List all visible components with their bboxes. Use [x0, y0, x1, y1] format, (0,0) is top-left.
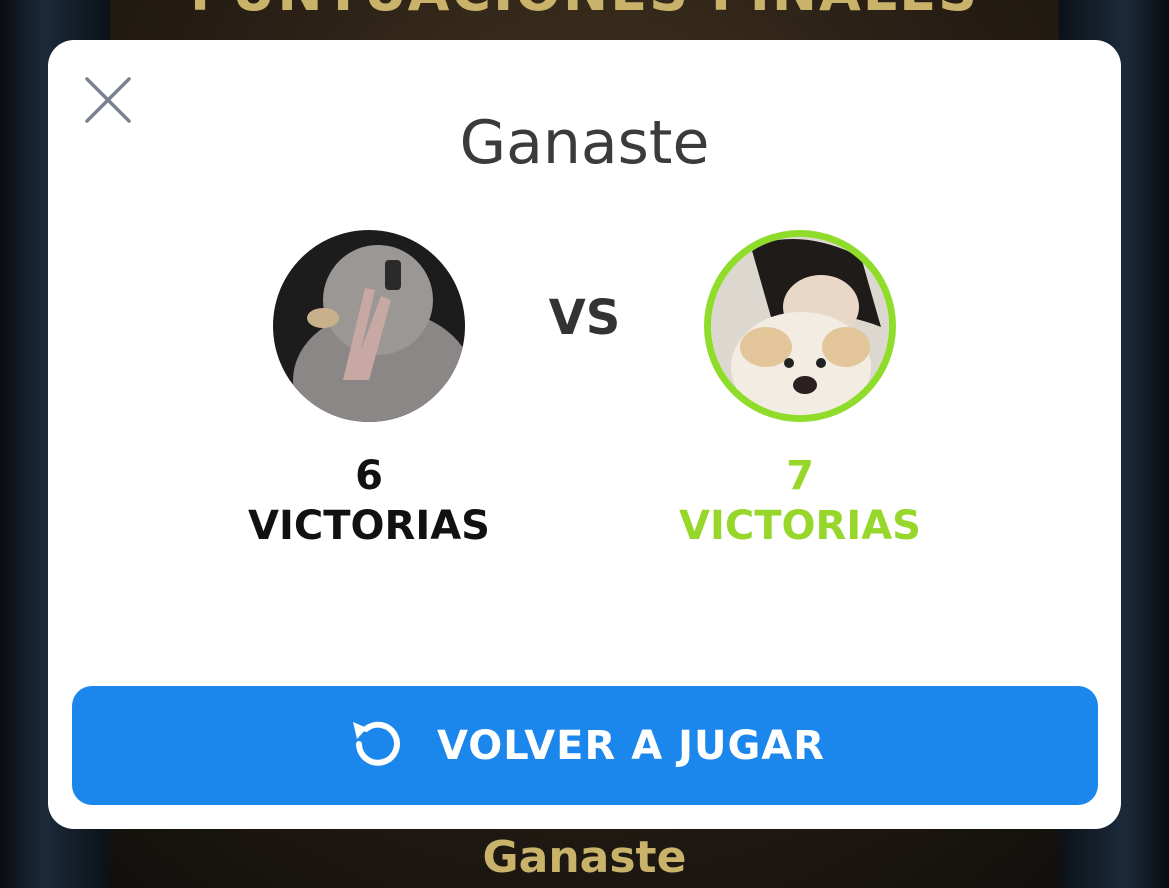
wins-count-right: 7 — [786, 453, 814, 499]
score-player-left: 6 VICTORIAS — [189, 452, 549, 552]
modal-title: Ganaste — [459, 108, 710, 178]
wins-count-left: 6 — [355, 453, 383, 499]
replay-button-label: VOLVER A JUGAR — [436, 722, 826, 769]
vs-label: VS — [548, 290, 621, 346]
background-result-label: Ganaste — [482, 832, 687, 883]
replay-icon — [345, 713, 407, 779]
avatar-player-right — [704, 230, 896, 422]
wins-label-right: VICTORIAS — [679, 503, 921, 549]
score-player-right: 7 VICTORIAS — [620, 452, 980, 552]
background-title: PUNTUACIONES FINALES — [0, 0, 1169, 23]
replay-button[interactable]: VOLVER A JUGAR — [72, 686, 1098, 805]
wins-label-left: VICTORIAS — [248, 503, 490, 549]
